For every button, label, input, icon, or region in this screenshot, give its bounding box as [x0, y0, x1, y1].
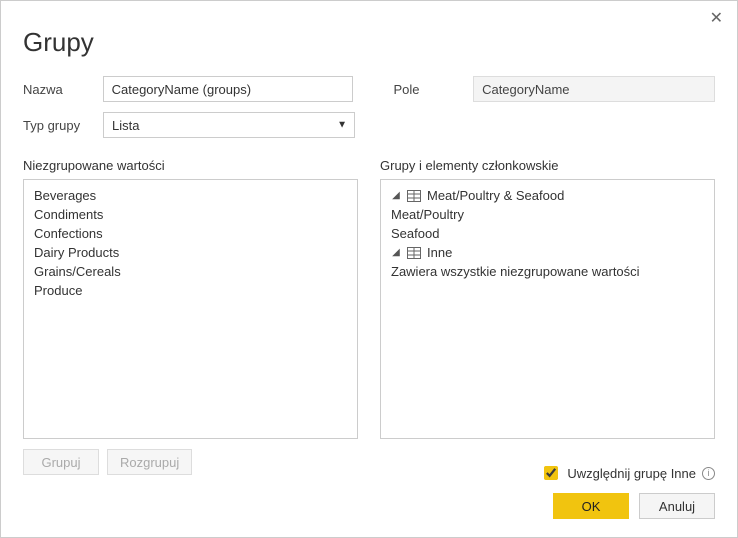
group-buttons-row: Grupuj Rozgrupuj [23, 449, 358, 475]
ok-button[interactable]: OK [553, 493, 629, 519]
tree-group-row[interactable]: ◢ Meat/Poultry & Seafood [391, 186, 704, 205]
row-typ: Typ grupy ▼ [23, 112, 715, 138]
list-item[interactable]: Confections [34, 224, 347, 243]
ungrouped-column: Niezgrupowane wartości BeveragesCondimen… [23, 158, 358, 475]
ungrouped-header: Niezgrupowane wartości [23, 158, 358, 173]
dialog-footer: OK Anuluj [553, 493, 715, 519]
columns: Niezgrupowane wartości BeveragesCondimen… [23, 158, 715, 475]
groups-treebox[interactable]: ◢ Meat/Poultry & Seafood Meat/PoultrySeafo… [380, 179, 715, 439]
groups-column: Grupy i elementy członkowskie ◢ Meat/Poul… [380, 158, 715, 475]
tree-child-item[interactable]: Seafood [391, 224, 704, 243]
include-other-checkbox[interactable] [544, 466, 558, 480]
typ-grupy-value[interactable] [103, 112, 355, 138]
tree-child-item[interactable]: Zawiera wszystkie niezgrupowane wartości [391, 262, 704, 281]
groups-header: Grupy i elementy członkowskie [380, 158, 715, 173]
tree-toggle-icon[interactable]: ◢ [391, 247, 401, 258]
list-item[interactable]: Dairy Products [34, 243, 347, 262]
include-other-row: Uwzględnij grupę Inne i [540, 463, 715, 483]
typ-grupy-select[interactable]: ▼ [103, 112, 355, 138]
tree-toggle-icon[interactable]: ◢ [391, 190, 401, 201]
pole-input [473, 76, 715, 102]
anuluj-button[interactable]: Anuluj [639, 493, 715, 519]
grupuj-button[interactable]: Grupuj [23, 449, 99, 475]
tree-group-label: Meat/Poultry & Seafood [427, 188, 564, 203]
include-other-label: Uwzględnij grupę Inne [567, 466, 696, 481]
table-icon [407, 247, 421, 259]
nazwa-label: Nazwa [23, 82, 103, 97]
list-item[interactable]: Beverages [34, 186, 347, 205]
ungrouped-listbox[interactable]: BeveragesCondimentsConfectionsDairy Prod… [23, 179, 358, 439]
tree-child-item[interactable]: Meat/Poultry [391, 205, 704, 224]
dialog-title: Grupy [23, 27, 715, 58]
tree-group-row[interactable]: ◢ Inne [391, 243, 704, 262]
pole-label: Pole [393, 82, 473, 97]
tree-group-label: Inne [427, 245, 452, 260]
list-item[interactable]: Condiments [34, 205, 347, 224]
nazwa-input[interactable] [103, 76, 354, 102]
list-item[interactable]: Produce [34, 281, 347, 300]
info-icon[interactable]: i [702, 467, 715, 480]
row-nazwa: Nazwa Pole [23, 76, 715, 102]
list-item[interactable]: Grains/Cereals [34, 262, 347, 281]
rozgrupuj-button[interactable]: Rozgrupuj [107, 449, 192, 475]
typ-grupy-label: Typ grupy [23, 118, 103, 133]
table-icon [407, 190, 421, 202]
close-icon[interactable]: ✕ [710, 11, 723, 27]
